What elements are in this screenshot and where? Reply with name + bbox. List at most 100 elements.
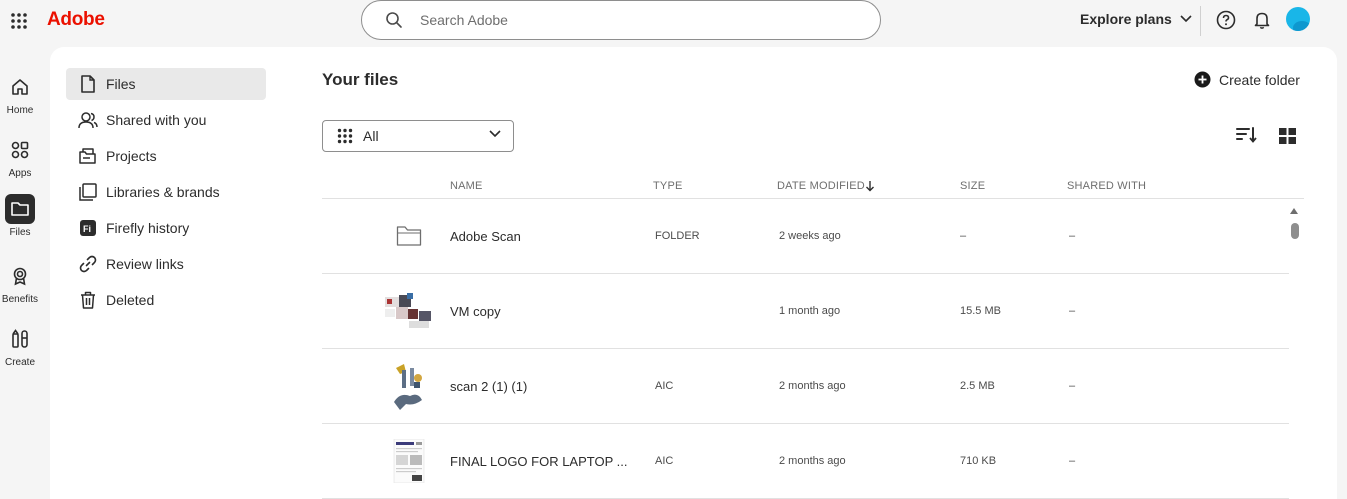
scrollbar-thumb[interactable]: [1291, 223, 1299, 239]
nav-label: Review links: [106, 256, 184, 272]
file-type: FOLDER: [655, 230, 700, 242]
table-header: NAME TYPE DATE MODIFIED SIZE SHARED WITH: [322, 175, 1304, 199]
nav-item-files[interactable]: Files: [66, 68, 266, 100]
people-icon: [78, 112, 98, 129]
file-date: 2 weeks ago: [779, 230, 841, 242]
nav-label: Deleted: [106, 292, 155, 308]
document-thumbnail-image: [393, 439, 425, 483]
explore-plans-button[interactable]: Explore plans: [1080, 11, 1192, 27]
table-row[interactable]: VM copy 1 month ago 15.5 MB –: [322, 274, 1289, 349]
rail-label: Home: [6, 105, 34, 116]
grid-view-icon[interactable]: [1279, 128, 1296, 149]
rail-item-home[interactable]: Home: [0, 72, 40, 116]
create-icon: [12, 329, 28, 348]
files-nav: Files Shared with you Projects Libraries…: [66, 68, 266, 320]
rail-label: Files: [9, 227, 31, 238]
folder-icon: [11, 202, 29, 216]
file-thumbnail: [384, 436, 434, 486]
chevron-down-icon: [489, 130, 501, 138]
collage-thumbnail-image: [385, 293, 431, 328]
table-row[interactable]: scan 2 (1) (1) AIC 2 months ago 2.5 MB –: [322, 349, 1289, 424]
firefly-icon: Fi: [80, 220, 96, 236]
column-header-type[interactable]: TYPE: [653, 180, 683, 192]
rail-label: Create: [4, 357, 35, 368]
projects-icon: [79, 148, 96, 164]
link-icon: [79, 255, 97, 273]
column-header-shared-with[interactable]: SHARED WITH: [1067, 180, 1146, 192]
create-folder-button[interactable]: Create folder: [1194, 71, 1300, 88]
file-thumbnail: [384, 361, 434, 411]
file-name: FINAL LOGO FOR LAPTOP ...: [450, 454, 628, 469]
grid-dots-icon: [337, 128, 353, 144]
main-panel: Files Shared with you Projects Libraries…: [50, 47, 1337, 499]
rail-item-benefits[interactable]: Benefits: [0, 261, 40, 305]
chevron-down-icon: [1180, 15, 1192, 23]
type-filter-dropdown[interactable]: All: [322, 120, 514, 152]
rail-label: Benefits: [1, 294, 39, 305]
folder-icon: [396, 226, 422, 246]
award-icon: [13, 267, 27, 286]
table-row[interactable]: Adobe Scan FOLDER 2 weeks ago – –: [322, 199, 1289, 274]
file-size: –: [960, 230, 967, 242]
nav-item-shared-with-you[interactable]: Shared with you: [66, 104, 266, 136]
avatar[interactable]: [1286, 7, 1310, 31]
column-header-name[interactable]: NAME: [450, 180, 483, 192]
file-shared-with: –: [1069, 380, 1076, 392]
search-input[interactable]: [420, 9, 860, 31]
column-header-size[interactable]: SIZE: [960, 180, 985, 192]
sort-icon[interactable]: [1236, 127, 1258, 148]
file-date: 2 months ago: [779, 455, 846, 467]
rail-item-files[interactable]: Files: [0, 194, 40, 238]
trash-icon: [81, 291, 95, 309]
file-thumbnail: [384, 286, 434, 336]
app-switcher-icon[interactable]: [10, 12, 28, 30]
column-header-date-modified[interactable]: DATE MODIFIED: [777, 180, 865, 192]
svg-text:Fi: Fi: [83, 224, 91, 234]
libraries-icon: [79, 183, 97, 201]
folder-thumbnail: [384, 211, 434, 261]
page-title: Your files: [322, 70, 399, 89]
file-size: 710 KB: [960, 455, 997, 467]
file-date: 2 months ago: [779, 380, 846, 392]
file-type: AIC: [655, 455, 674, 467]
nav-label: Files: [106, 76, 136, 92]
explore-plans-label: Explore plans: [1080, 11, 1172, 27]
nav-label: Projects: [106, 148, 157, 164]
apps-icon: [11, 141, 29, 159]
rail-label: Apps: [8, 168, 32, 179]
create-folder-label: Create folder: [1219, 71, 1300, 88]
table-row[interactable]: FINAL LOGO FOR LAPTOP ... AIC 2 months a…: [322, 424, 1289, 499]
file-shared-with: –: [1069, 305, 1076, 317]
left-rail: Home Apps Files Benefits Create: [0, 46, 50, 499]
file-shared-with: –: [1069, 455, 1076, 467]
search-icon: [386, 12, 402, 28]
notifications-bell-icon[interactable]: [1253, 10, 1271, 35]
help-icon[interactable]: [1216, 10, 1236, 35]
nav-item-deleted[interactable]: Deleted: [66, 284, 266, 316]
file-list: Adobe Scan FOLDER 2 weeks ago – – VM cop…: [322, 199, 1289, 499]
top-bar: Adobe Explore plans: [0, 0, 1347, 46]
home-icon: [12, 79, 28, 95]
file-size: 2.5 MB: [960, 380, 995, 392]
adobe-logo[interactable]: Adobe: [47, 9, 105, 31]
divider: [1200, 6, 1201, 36]
arrow-down-icon: [866, 181, 874, 192]
search-bar[interactable]: [361, 0, 881, 40]
nav-item-libraries-brands[interactable]: Libraries & brands: [66, 176, 266, 208]
nav-item-firefly-history[interactable]: Fi Firefly history: [66, 212, 266, 244]
rail-item-create[interactable]: Create: [0, 324, 40, 368]
file-date: 1 month ago: [779, 305, 841, 317]
scroll-up-arrow[interactable]: [1290, 208, 1298, 214]
nav-label: Shared with you: [106, 112, 207, 128]
file-name: scan 2 (1) (1): [450, 379, 528, 394]
file-icon: [81, 75, 95, 93]
file-shared-with: –: [1069, 230, 1076, 242]
nav-item-projects[interactable]: Projects: [66, 140, 266, 172]
file-type: AIC: [655, 380, 674, 392]
file-name: VM copy: [450, 304, 501, 319]
filter-value: All: [363, 128, 379, 144]
nav-label: Libraries & brands: [106, 184, 220, 200]
rail-item-apps[interactable]: Apps: [0, 135, 40, 179]
file-name: Adobe Scan: [450, 229, 521, 244]
nav-item-review-links[interactable]: Review links: [66, 248, 266, 280]
